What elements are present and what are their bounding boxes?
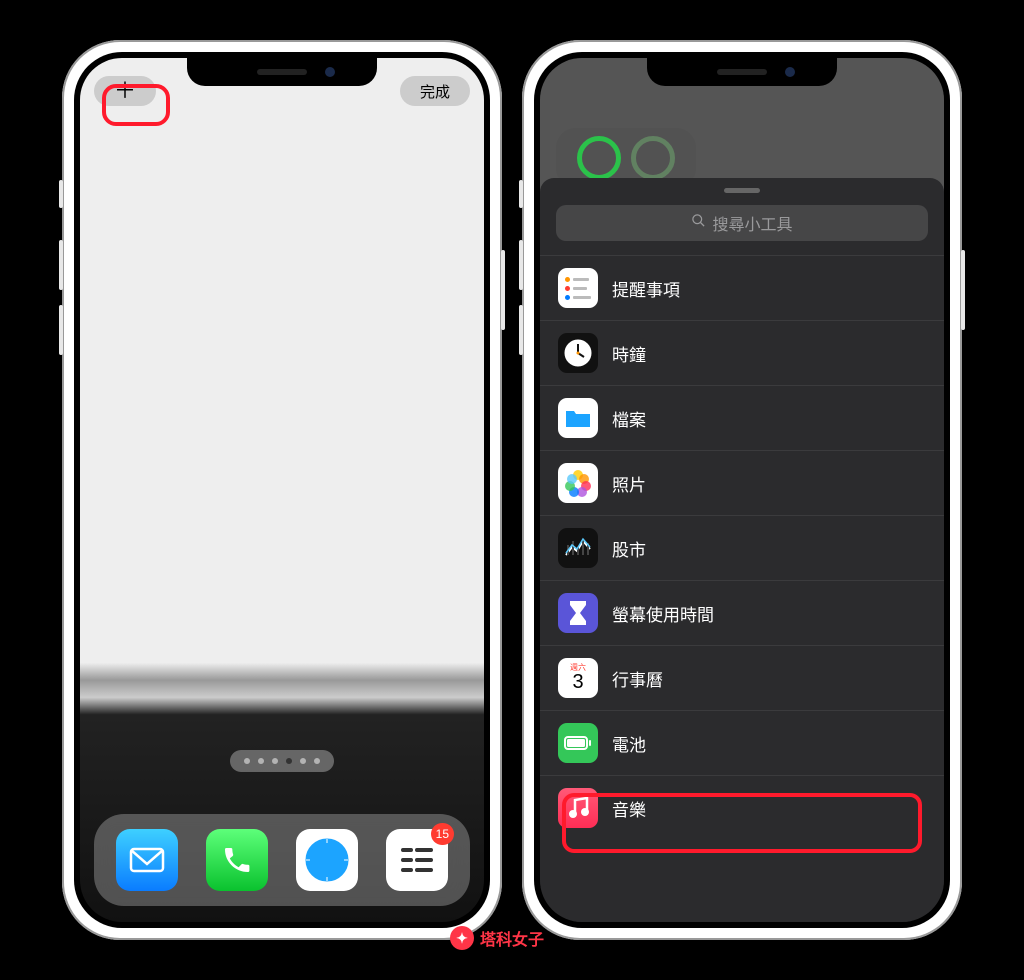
clock-icon bbox=[558, 333, 598, 373]
list-item-label: 股市 bbox=[612, 536, 646, 561]
watermark-icon: ✦ bbox=[450, 926, 474, 950]
list-item-label: 照片 bbox=[612, 471, 646, 496]
list-item-label: 時鐘 bbox=[612, 341, 646, 366]
watermark-text: 塔科女子 bbox=[480, 926, 544, 950]
list-item-calendar[interactable]: 週六 3 行事曆 bbox=[540, 645, 944, 710]
list-item-label: 音樂 bbox=[612, 796, 646, 821]
reminders-icon bbox=[558, 268, 598, 308]
watermark: ✦ 塔科女子 bbox=[450, 926, 544, 950]
volume-down bbox=[59, 305, 63, 355]
plus-icon: ＋ bbox=[114, 80, 136, 102]
widget-picker-sheet[interactable]: 搜尋小工具 提醒事項 bbox=[540, 178, 944, 922]
calendar-icon: 週六 3 bbox=[558, 658, 598, 698]
list-item-label: 電池 bbox=[612, 731, 646, 756]
photos-icon bbox=[558, 463, 598, 503]
files-icon bbox=[558, 398, 598, 438]
mail-app-icon[interactable] bbox=[116, 829, 178, 891]
list-item-label: 行事曆 bbox=[612, 666, 663, 691]
search-icon bbox=[691, 213, 706, 233]
power-button bbox=[501, 250, 505, 330]
calendar-date-label: 3 bbox=[572, 672, 583, 692]
music-icon bbox=[558, 788, 598, 828]
widget-app-list: 提醒事項 時鐘 檔案 bbox=[540, 255, 944, 840]
list-item-reminders[interactable]: 提醒事項 bbox=[540, 255, 944, 320]
list-item-label: 提醒事項 bbox=[612, 276, 680, 301]
notch bbox=[187, 58, 377, 86]
notch bbox=[647, 58, 837, 86]
search-placeholder: 搜尋小工具 bbox=[712, 211, 792, 235]
list-item-files[interactable]: 檔案 bbox=[540, 385, 944, 450]
screentime-icon bbox=[558, 593, 598, 633]
volume-up bbox=[59, 240, 63, 290]
list-item-photos[interactable]: 照片 bbox=[540, 450, 944, 515]
dock: 15 bbox=[94, 814, 470, 906]
list-item-stocks[interactable]: 股市 bbox=[540, 515, 944, 580]
sheet-grabber[interactable] bbox=[724, 188, 760, 193]
add-widget-button[interactable]: ＋ bbox=[94, 76, 156, 106]
phone-right: 搜尋小工具 提醒事項 bbox=[522, 40, 962, 940]
volume-down bbox=[519, 305, 523, 355]
mute-switch bbox=[519, 180, 523, 208]
list-item-screentime[interactable]: 螢幕使用時間 bbox=[540, 580, 944, 645]
battery-icon bbox=[558, 723, 598, 763]
phone-app-icon[interactable] bbox=[206, 829, 268, 891]
list-item-battery[interactable]: 電池 bbox=[540, 710, 944, 775]
power-button bbox=[961, 250, 965, 330]
list-item-label: 螢幕使用時間 bbox=[612, 601, 714, 626]
stocks-icon bbox=[558, 528, 598, 568]
list-item-music[interactable]: 音樂 bbox=[540, 775, 944, 840]
phone-left: ＋ 完成 bbox=[62, 40, 502, 940]
search-widgets-input[interactable]: 搜尋小工具 bbox=[556, 205, 928, 241]
safari-app-icon[interactable] bbox=[296, 829, 358, 891]
list-item-label: 檔案 bbox=[612, 406, 646, 431]
widget-picker-screen: 搜尋小工具 提醒事項 bbox=[540, 58, 944, 922]
todoist-app-icon[interactable]: 15 bbox=[386, 829, 448, 891]
home-screen-edit-mode: ＋ 完成 bbox=[80, 58, 484, 922]
volume-up bbox=[519, 240, 523, 290]
list-item-clock[interactable]: 時鐘 bbox=[540, 320, 944, 385]
done-button[interactable]: 完成 bbox=[400, 76, 470, 106]
todoist-badge: 15 bbox=[431, 823, 454, 845]
mute-switch bbox=[59, 180, 63, 208]
page-indicator[interactable] bbox=[230, 750, 334, 772]
